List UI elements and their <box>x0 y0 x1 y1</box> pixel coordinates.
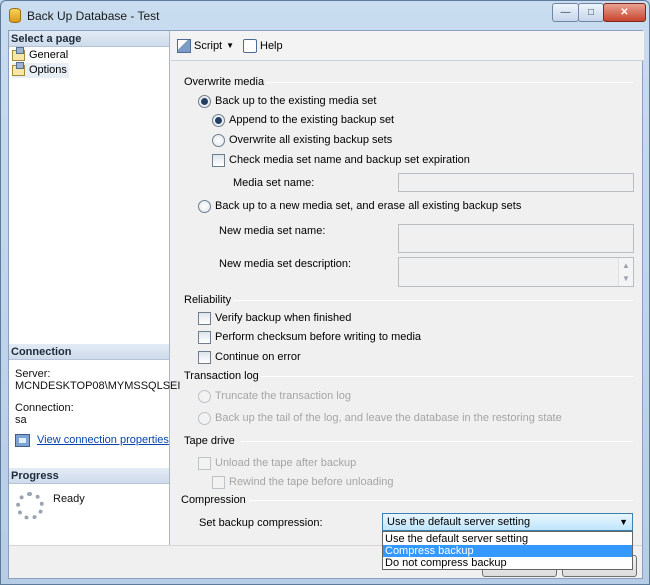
script-button[interactable]: Script ▼ <box>177 39 244 55</box>
overwrite-all-radio[interactable]: Overwrite all existing backup sets <box>212 134 392 147</box>
scroll-up-icon[interactable]: ▲ <box>622 261 630 270</box>
maximize-button[interactable]: □ <box>578 3 604 22</box>
select-page-header: Select a page <box>9 31 169 47</box>
group-divider <box>266 82 633 83</box>
description-scrollbar[interactable]: ▲ ▼ <box>618 258 633 286</box>
compression-group-title: Compression <box>181 494 246 506</box>
truncate-log-radio[interactable]: Truncate the transaction log <box>198 390 351 403</box>
new-media-set-name-input[interactable] <box>398 224 634 253</box>
sidebar: Select a page General Options Connection… <box>9 31 180 545</box>
backup-compression-selected: Use the default server setting <box>387 516 531 528</box>
set-backup-compression-label: Set backup compression: <box>199 517 323 529</box>
new-media-set-name-label: New media set name: <box>219 225 326 237</box>
verify-backup-checkbox[interactable]: Verify backup when finished <box>198 312 351 325</box>
progress-header: Progress <box>9 468 169 484</box>
backup-compression-select[interactable]: Use the default server setting ▼ <box>382 513 633 531</box>
minimize-button[interactable]: — <box>552 3 579 22</box>
perform-checksum-checkbox[interactable]: Perform checksum before writing to media <box>198 331 421 344</box>
sidebar-item-general[interactable]: General <box>12 47 69 63</box>
new-media-set-description-input[interactable]: ▲ ▼ <box>398 257 634 287</box>
server-label: Server: <box>15 368 51 380</box>
rewind-tape-checkbox[interactable]: Rewind the tape before unloading <box>212 476 394 489</box>
window-title: Back Up Database - Test <box>27 9 160 23</box>
backup-tail-log-radio[interactable]: Back up the tail of the log, and leave t… <box>198 412 562 425</box>
script-label: Script <box>194 40 223 52</box>
title-bar[interactable]: Back Up Database - Test — □ ✕ <box>1 1 649 31</box>
sidebar-item-label: Options <box>29 64 67 76</box>
backup-database-window: Back Up Database - Test — □ ✕ Select a p… <box>0 0 650 585</box>
check-media-set-name-checkbox[interactable]: Check media set name and backup set expi… <box>212 154 470 167</box>
new-media-set-description-label: New media set description: <box>219 258 352 270</box>
script-icon <box>177 39 191 54</box>
reliability-group-title: Reliability <box>184 294 232 306</box>
toolbar: Script ▼ Help <box>171 31 644 61</box>
transaction-log-group-title: Transaction log <box>184 370 259 382</box>
connection-header: Connection <box>9 344 169 360</box>
group-divider <box>261 376 633 377</box>
backup-compression-options-list: Use the default server setting Compress … <box>382 531 633 570</box>
scroll-down-icon[interactable]: ▼ <box>622 274 630 283</box>
progress-spinner-icon <box>16 492 44 520</box>
view-connection-properties-label: View connection properties <box>37 434 169 446</box>
page-icon <box>12 47 25 61</box>
group-divider <box>249 500 633 501</box>
close-button[interactable]: ✕ <box>603 3 646 22</box>
help-icon <box>243 39 257 54</box>
compression-option-compress[interactable]: Compress backup <box>383 545 632 557</box>
help-button[interactable]: Help <box>243 39 283 55</box>
tape-drive-group-title: Tape drive <box>184 435 235 447</box>
group-divider <box>233 300 633 301</box>
overwrite-media-group-title: Overwrite media <box>184 76 265 88</box>
backup-new-media-radio[interactable]: Back up to a new media set, and erase al… <box>198 200 521 213</box>
help-label: Help <box>260 40 283 52</box>
group-divider <box>241 441 633 442</box>
dialog-client-area: Select a page General Options Connection… <box>8 30 644 579</box>
connection-label: Connection: <box>15 402 74 414</box>
sidebar-item-options[interactable]: Options <box>12 62 69 78</box>
options-panel: Script ▼ Help Overwrite media Back up to … <box>171 31 644 570</box>
server-value: MCNDESKTOP08\MYMSSQLSEI <box>15 380 181 392</box>
connection-value: sa <box>15 414 27 426</box>
chevron-down-icon[interactable]: ▼ <box>619 514 628 530</box>
chevron-down-icon[interactable]: ▼ <box>226 39 234 53</box>
page-icon <box>12 62 25 76</box>
continue-on-error-checkbox[interactable]: Continue on error <box>198 351 301 364</box>
connection-properties-icon <box>15 434 30 447</box>
unload-tape-checkbox[interactable]: Unload the tape after backup <box>198 457 356 470</box>
media-set-name-input[interactable] <box>398 173 634 192</box>
compression-option-no-compress[interactable]: Do not compress backup <box>383 557 632 569</box>
compression-option-default[interactable]: Use the default server setting <box>383 533 632 545</box>
backup-existing-media-radio[interactable]: Back up to the existing media set <box>198 95 376 108</box>
progress-status: Ready <box>53 493 85 505</box>
database-icon <box>9 8 21 23</box>
append-backup-set-radio[interactable]: Append to the existing backup set <box>212 114 394 127</box>
sidebar-item-label: General <box>29 49 69 61</box>
view-connection-properties-link[interactable]: View connection properties <box>15 434 169 447</box>
media-set-name-label: Media set name: <box>233 177 315 189</box>
